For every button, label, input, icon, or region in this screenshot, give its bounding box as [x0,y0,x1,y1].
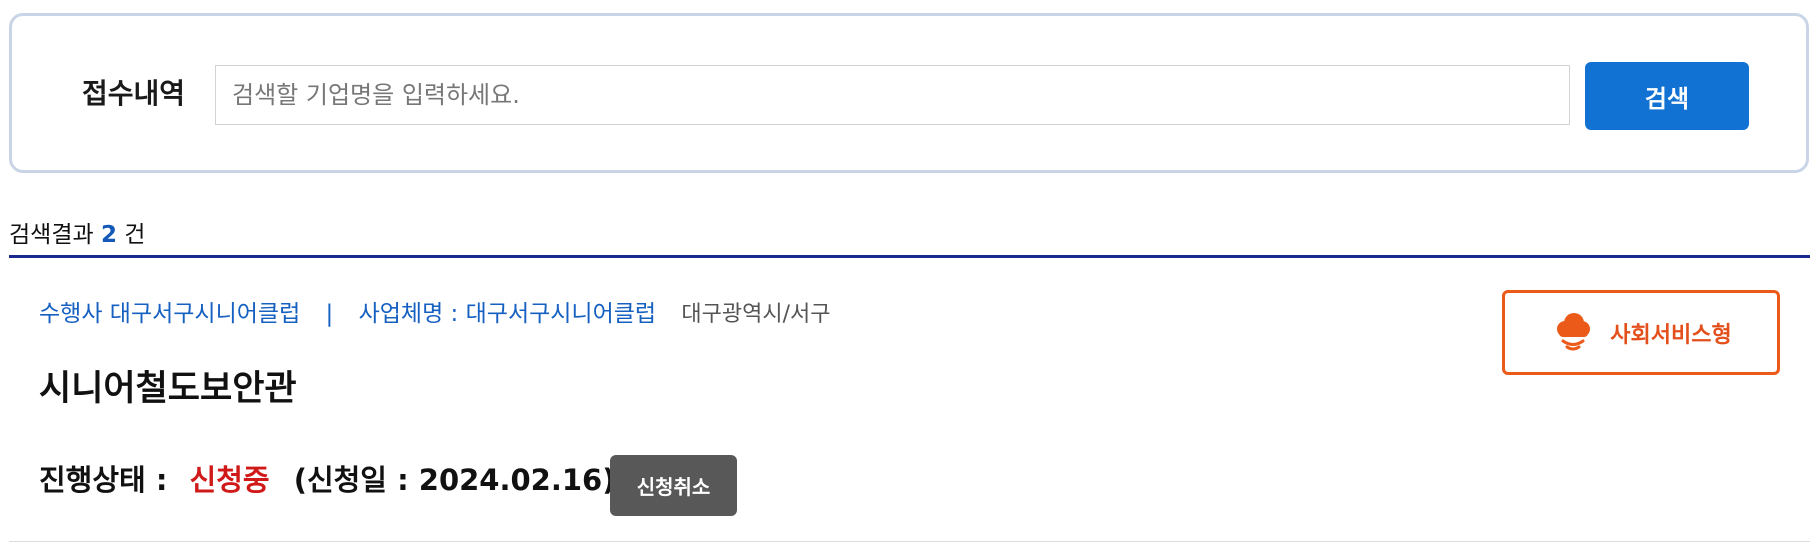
search-button[interactable]: 검색 [1585,62,1749,130]
result-divider [9,255,1810,258]
search-input[interactable] [215,65,1570,125]
result-suffix: 건 [124,222,146,248]
result-count: 2 [100,222,117,248]
item-title[interactable]: 시니어철도보안관 [39,368,297,410]
status-value: 신청중 [189,463,270,497]
search-label: 접수내역 [82,77,186,110]
business-name-link[interactable]: 사업체명 : 대구서구시니어클럽 [359,301,656,327]
result-prefix: 검색결과 [9,222,94,248]
cloud-signal-icon [1550,310,1596,356]
meta-separator: | [325,301,334,327]
region-text: 대구광역시/서구 [681,302,831,327]
service-type-badge: 사회서비스형 [1502,290,1780,375]
apply-date: (신청일 : 2024.02.16) [293,463,616,497]
search-panel: 접수내역 검색 [9,13,1809,173]
item-divider [9,541,1810,542]
service-type-label: 사회서비스형 [1610,322,1732,348]
item-meta: 수행사 대구서구시니어클럽 | 사업체명 : 대구서구시니어클럽 대구광역시/서… [39,298,830,331]
status-line: 진행상태 : 신청중 (신청일 : 2024.02.16) [39,460,615,500]
operator-link[interactable]: 수행사 대구서구시니어클럽 [39,301,300,327]
result-summary: 검색결과 2 건 [9,220,145,250]
cancel-application-button[interactable]: 신청취소 [610,455,737,516]
status-label: 진행상태 : [39,463,168,497]
